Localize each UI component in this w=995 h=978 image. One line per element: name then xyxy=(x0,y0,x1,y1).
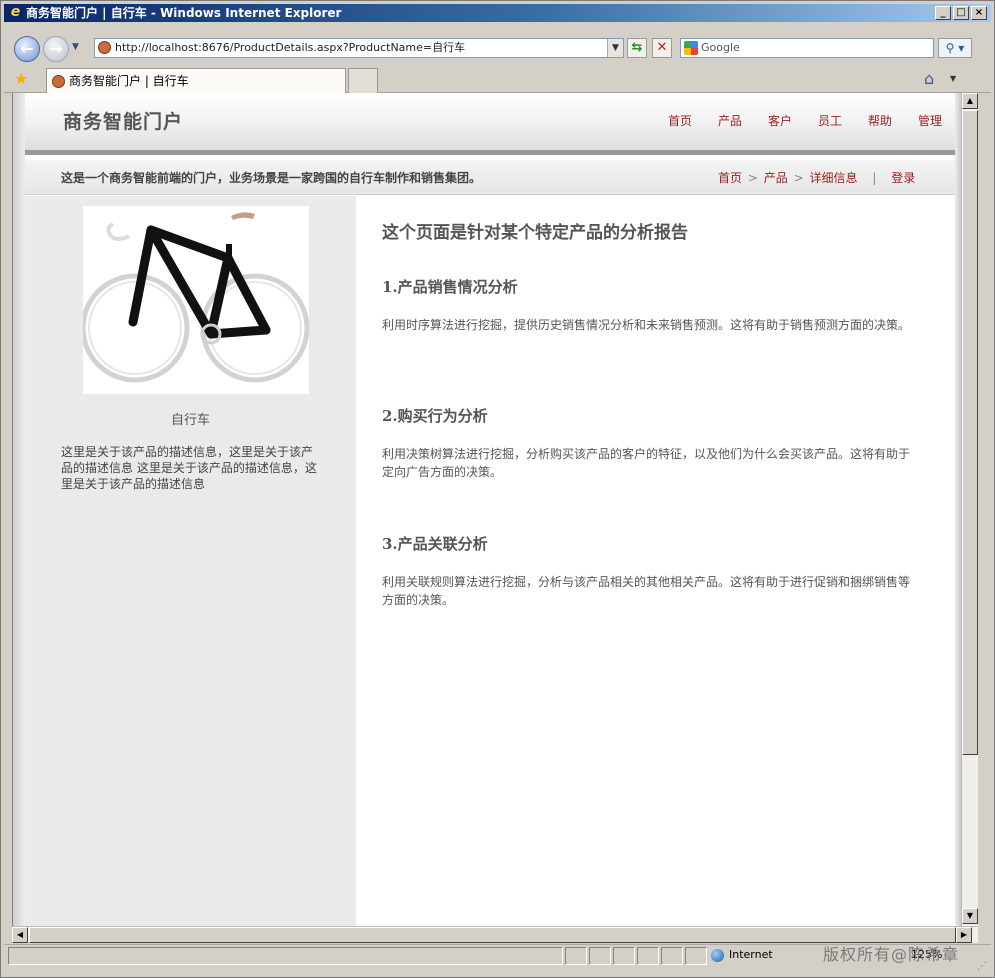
main-nav: 首页 产品 客户 员工 帮助 管理 xyxy=(655,112,955,129)
page-viewport: 商务智能门户 首页 产品 客户 员工 帮助 管理 这是一个商务智能前端的门户，业… xyxy=(12,93,961,926)
title-bar: e 商务智能门户 | 自行车 - Windows Internet Explor… xyxy=(4,4,991,22)
new-tab-button[interactable] xyxy=(348,68,378,93)
tagline: 这是一个商务智能前端的门户，业务场景是一家跨国的自行车制作和销售集团。 xyxy=(61,171,482,185)
product-sidebar: 自行车 这里是关于该产品的描述信息，这里是关于该产品的描述信息 这里是关于该产品… xyxy=(25,196,356,926)
status-cell xyxy=(637,947,659,965)
section-body: 利用决策树算法进行挖掘，分析购买该产品的客户的特征，以及他们为什么会买该产品。这… xyxy=(382,447,911,479)
section-title: 2.购买行为分析 xyxy=(382,407,488,425)
address-dropdown-icon[interactable]: ▼ xyxy=(607,39,623,57)
scroll-down-button[interactable]: ▼ xyxy=(962,908,978,924)
home-icon[interactable]: ⌂ xyxy=(924,70,934,88)
vertical-scrollbar[interactable]: ▲ ▼ xyxy=(961,93,978,926)
page-icon xyxy=(98,41,111,54)
breadcrumb-separator: > xyxy=(747,171,758,185)
site-header: 商务智能门户 首页 产品 客户 员工 帮助 管理 xyxy=(25,93,955,155)
product-description: 这里是关于该产品的描述信息，这里是关于该产品的描述信息 这里是关于该产品的描述信… xyxy=(61,445,317,491)
home-dropdown-icon[interactable]: ▼ xyxy=(950,74,956,83)
site: 商务智能门户 首页 产品 客户 员工 帮助 管理 这是一个商务智能前端的门户，业… xyxy=(13,93,961,926)
breadcrumb-divider: | xyxy=(872,171,877,185)
maximize-button[interactable]: □ xyxy=(953,6,969,20)
status-text-cell xyxy=(8,947,563,965)
breadcrumb-products[interactable]: 产品 xyxy=(764,171,788,185)
sub-header: 这是一个商务智能前端的门户，业务场景是一家跨国的自行车制作和销售集团。 首页 >… xyxy=(25,160,955,195)
login-link[interactable]: 登录 xyxy=(891,171,915,185)
status-cell xyxy=(661,947,683,965)
tab-bar: ★ 商务智能门户 | 自行车 ⌂ ▼ xyxy=(4,66,991,93)
product-name: 自行车 xyxy=(170,413,210,428)
report-content: 这个页面是针对某个特定产品的分析报告 1.产品销售情况分析 利用时序算法进行挖掘… xyxy=(356,196,955,926)
nav-home[interactable]: 首页 xyxy=(655,112,705,129)
back-button[interactable]: ← xyxy=(14,36,40,62)
window-title: 商务智能门户 | 自行车 - Windows Internet Explorer xyxy=(26,6,342,20)
section-title: 1.产品销售情况分析 xyxy=(382,278,518,296)
breadcrumb-home[interactable]: 首页 xyxy=(718,171,742,185)
ie-logo-icon: e xyxy=(10,4,21,20)
scroll-up-button[interactable]: ▲ xyxy=(962,93,978,109)
scroll-right-button[interactable]: ▶ xyxy=(956,927,972,943)
nav-products[interactable]: 产品 xyxy=(705,112,755,129)
recent-pages-dropdown[interactable]: ▼ xyxy=(72,42,82,52)
browser-window: e 商务智能门户 | 自行车 - Windows Internet Explor… xyxy=(0,0,995,978)
product-image xyxy=(80,206,310,394)
favorites-star-icon[interactable]: ★ xyxy=(14,70,28,88)
breadcrumb-separator: > xyxy=(793,171,804,185)
minimize-button[interactable]: _ xyxy=(935,6,951,20)
status-cell xyxy=(613,947,635,965)
close-button[interactable]: × xyxy=(971,6,987,20)
security-zone[interactable]: Internet xyxy=(707,947,815,965)
status-cell xyxy=(685,947,707,965)
search-placeholder: Google xyxy=(701,41,740,54)
bicycle-icon xyxy=(80,212,310,383)
tab-active[interactable]: 商务智能门户 | 自行车 xyxy=(46,68,346,93)
scroll-left-button[interactable]: ◀ xyxy=(12,927,28,943)
nav-admin[interactable]: 管理 xyxy=(905,112,955,129)
stop-icon[interactable]: ✕ xyxy=(652,38,672,58)
address-text: http://localhost:8676/ProductDetails.asp… xyxy=(115,41,466,54)
globe-icon xyxy=(711,949,724,962)
search-button[interactable]: ⚲ ▾ xyxy=(938,38,972,58)
zone-label: Internet xyxy=(729,948,773,961)
copyright-watermark: 版权所有@陈希章 xyxy=(823,945,960,964)
forward-button[interactable]: → xyxy=(43,36,69,62)
search-input[interactable]: Google xyxy=(680,38,934,58)
status-cell xyxy=(565,947,587,965)
section-title: 3.产品关联分析 xyxy=(382,535,488,553)
refresh-icon[interactable]: ⇆ xyxy=(627,38,647,58)
nav-customers[interactable]: 客户 xyxy=(755,112,805,129)
tab-page-icon xyxy=(52,75,65,88)
horizontal-scrollbar[interactable]: ◀ ▶ xyxy=(12,926,978,943)
breadcrumb: 首页 > 产品 > 详细信息 | 登录 xyxy=(718,169,915,186)
site-title: 商务智能门户 xyxy=(63,111,184,133)
scroll-thumb[interactable] xyxy=(962,110,978,755)
nav-help[interactable]: 帮助 xyxy=(855,112,905,129)
horizontal-scroll-thumb[interactable] xyxy=(29,927,956,943)
google-icon xyxy=(684,41,698,55)
resize-grip-icon[interactable]: ⋰ xyxy=(977,961,991,975)
breadcrumb-details[interactable]: 详细信息 xyxy=(809,171,857,185)
nav-employees[interactable]: 员工 xyxy=(805,112,855,129)
tab-title: 商务智能门户 | 自行车 xyxy=(69,74,189,88)
page-left-edge xyxy=(13,93,25,926)
section-body: 利用时序算法进行挖掘，提供历史销售情况分析和未来销售预测。这将有助于销售预测方面… xyxy=(382,318,911,332)
address-bar[interactable]: http://localhost:8676/ProductDetails.asp… xyxy=(94,38,624,58)
report-heading: 这个页面是针对某个特定产品的分析报告 xyxy=(382,223,688,243)
navigation-bar: ← → ▼ http://localhost:8676/ProductDetai… xyxy=(4,34,991,62)
section-body: 利用关联规则算法进行挖掘，分析与该产品相关的其他相关产品。这将有助于进行促销和捆… xyxy=(382,575,911,607)
status-cell xyxy=(589,947,611,965)
